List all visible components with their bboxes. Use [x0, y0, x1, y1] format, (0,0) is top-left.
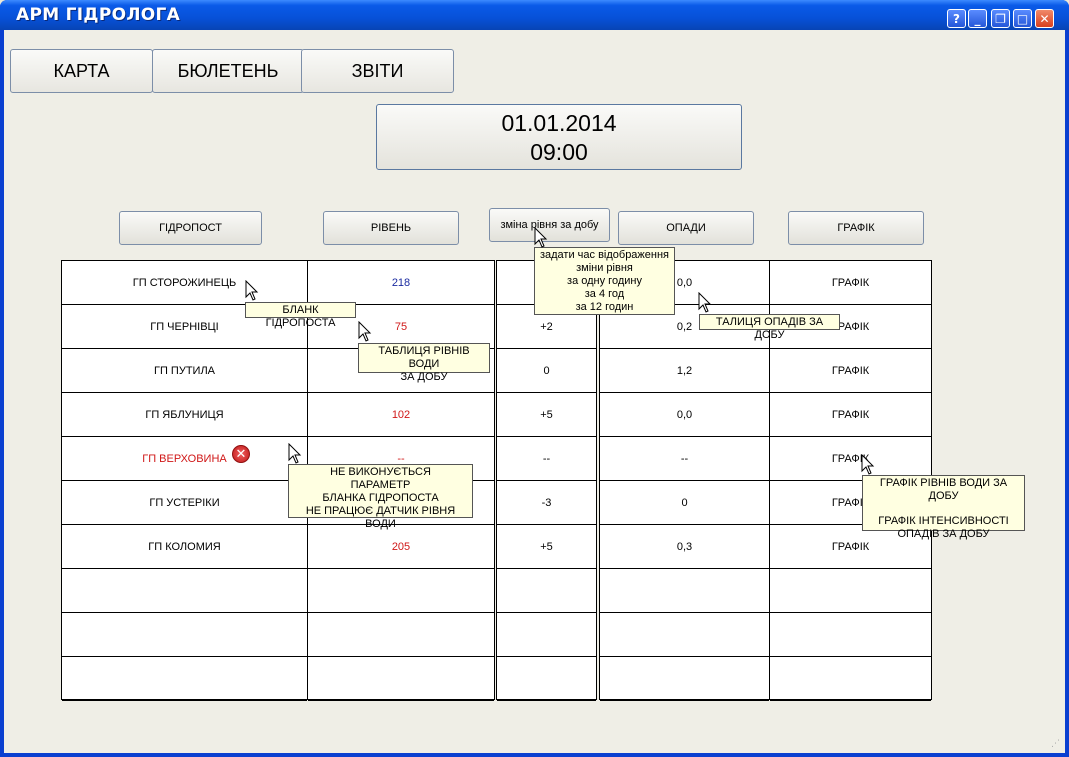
level-change-cell[interactable] — [497, 613, 596, 657]
post-name-cell[interactable]: ГП СТОРОЖИНЕЦЬ — [62, 261, 307, 305]
level-change-table: +2 0 +5 -- -3 +5 — [496, 260, 597, 701]
post-name-cell[interactable] — [62, 569, 307, 613]
tooltip-line: ЗА ДОБУ — [400, 371, 448, 383]
post-name-cell[interactable]: ГП ВЕРХОВИНА — [62, 437, 307, 481]
title-bar[interactable]: АРМ ГІДРОЛОГА ? _ ❐ □ ✕ — [0, 0, 1069, 30]
time-text: 09:00 — [530, 139, 588, 165]
level-change-cell[interactable]: +5 — [497, 393, 596, 437]
cursor-icon — [534, 227, 548, 248]
date-text: 01.01.2014 — [501, 110, 617, 136]
level-cell[interactable]: 102 — [308, 393, 494, 437]
level-cell[interactable]: 205 — [308, 525, 494, 569]
change-time-tooltip: задати час відображення зміни рівня за о… — [534, 247, 675, 315]
precip-cell[interactable] — [600, 569, 769, 613]
precip-table-tooltip: ТАЛИЦЯ ОПАДІВ ЗА ДОБУ — [699, 314, 840, 341]
level-header-button[interactable]: РІВЕНЬ — [323, 211, 459, 245]
tooltip-line: ГРАФІК РІВНІВ ВОДИ ЗА ДОБУ — [879, 477, 1008, 502]
tooltip-line: БЛАНКА ГІДРОПОСТА — [322, 492, 439, 504]
graph-link-cell[interactable] — [770, 657, 931, 701]
cursor-icon — [358, 321, 372, 342]
graph-link-cell[interactable] — [770, 569, 931, 613]
post-name-cell[interactable] — [62, 613, 307, 657]
tooltip-line: НЕ ВИКОНУЄТЬСЯ — [330, 466, 431, 478]
cursor-icon — [698, 292, 712, 313]
precip-cell[interactable]: 0,0 — [600, 393, 769, 437]
graph-link-cell[interactable]: ГРАФІК — [770, 393, 931, 437]
level-cell[interactable] — [308, 613, 494, 657]
graph-link-cell[interactable] — [770, 613, 931, 657]
tooltip-line: ПАРАМЕТР — [350, 479, 411, 491]
level-change-cell[interactable]: -- — [497, 437, 596, 481]
resize-grip-icon[interactable]: ⋰ — [1051, 739, 1061, 749]
precip-cell[interactable]: -- — [600, 437, 769, 481]
precip-cell[interactable]: 0 — [600, 481, 769, 525]
maximize-icon[interactable]: □ — [1013, 9, 1032, 28]
level-change-header-button[interactable]: зміна рівня за добу — [489, 208, 610, 242]
bulletin-button[interactable]: БЮЛЕТЕНЬ — [152, 49, 304, 93]
tooltip-line — [866, 503, 1021, 515]
cursor-icon — [861, 454, 875, 475]
error-tooltip: НЕ ВИКОНУЄТЬСЯ ПАРАМЕТР БЛАНКА ГІДРОПОСТ… — [288, 464, 473, 530]
post-name-cell[interactable] — [62, 657, 307, 701]
level-change-cell[interactable]: -3 — [497, 481, 596, 525]
level-change-cell[interactable] — [497, 657, 596, 701]
tooltip-line: за 4 год — [584, 288, 625, 300]
graph-tooltip: ГРАФІК РІВНІВ ВОДИ ЗА ДОБУ ГРАФІК ІНТЕНС… — [862, 475, 1025, 540]
post-name-cell[interactable]: ГП УСТЕРІКИ — [62, 481, 307, 525]
level-change-cell[interactable]: 0 — [497, 349, 596, 393]
post-name-cell[interactable]: ГП ПУТИЛА — [62, 349, 307, 393]
level-table-tooltip: ТАБЛИЦЯ РІВНІВ ВОДИ ЗА ДОБУ — [358, 343, 490, 383]
cursor-icon — [245, 280, 259, 301]
reports-button[interactable]: ЗВІТИ — [301, 49, 454, 93]
level-cell[interactable]: 218 — [308, 261, 494, 305]
post-name-cell[interactable]: ГП ЯБЛУНИЦЯ — [62, 393, 307, 437]
level-change-cell[interactable] — [497, 569, 596, 613]
graph-link-cell[interactable]: ГРАФІК — [770, 261, 931, 305]
level-cell[interactable] — [308, 657, 494, 701]
tooltip-line: ГРАФІК ІНТЕНСИВНОСТІ — [878, 515, 1009, 527]
post-header-button[interactable]: ГІДРОПОСТ — [119, 211, 262, 245]
close-icon[interactable]: ✕ — [1035, 9, 1054, 28]
level-change-cell[interactable]: +5 — [497, 525, 596, 569]
precip-cell[interactable]: 1,2 — [600, 349, 769, 393]
client-area: КАРТА БЮЛЕТЕНЬ ЗВІТИ 01.01.2014 09:00 ГІ… — [4, 30, 1065, 753]
tooltip-line: за 12 годин — [575, 301, 634, 313]
window-title: АРМ ГІДРОЛОГА — [16, 5, 181, 25]
tooltip-line: ТАБЛИЦЯ РІВНІВ ВОДИ — [378, 345, 470, 370]
tooltip-line: ОПАДІВ ЗА ДОБУ — [897, 528, 990, 540]
map-button[interactable]: КАРТА — [10, 49, 153, 93]
graph-header-button[interactable]: ГРАФІК — [788, 211, 924, 245]
error-icon[interactable]: ✕ — [232, 445, 250, 463]
post-name-cell[interactable]: ГП КОЛОМИЯ — [62, 525, 307, 569]
cursor-icon — [288, 443, 302, 464]
precip-cell[interactable] — [600, 613, 769, 657]
post-form-tooltip: БЛАНК ГІДРОПОСТА — [245, 302, 356, 329]
precip-header-button[interactable]: ОПАДИ — [618, 211, 754, 245]
tooltip-line: за одну годину — [567, 275, 642, 287]
precip-cell[interactable] — [600, 657, 769, 701]
tooltip-line: зміни рівня — [576, 262, 633, 274]
datetime-display: 01.01.2014 09:00 — [376, 104, 742, 170]
app-window: АРМ ГІДРОЛОГА ? _ ❐ □ ✕ КАРТА БЮЛЕТЕНЬ З… — [0, 0, 1069, 757]
level-cell[interactable] — [308, 569, 494, 613]
graph-link-cell[interactable]: ГРАФІК — [770, 349, 931, 393]
tooltip-line: задати час відображення — [539, 249, 670, 261]
precip-cell[interactable]: 0,3 — [600, 525, 769, 569]
minimize-icon[interactable]: _ — [968, 9, 987, 28]
tooltip-line: НЕ ПРАЦЮЄ ДАТЧИК РІВНЯ ВОДИ — [305, 505, 456, 530]
restore-icon[interactable]: ❐ — [991, 9, 1010, 28]
help-icon[interactable]: ? — [947, 9, 966, 28]
